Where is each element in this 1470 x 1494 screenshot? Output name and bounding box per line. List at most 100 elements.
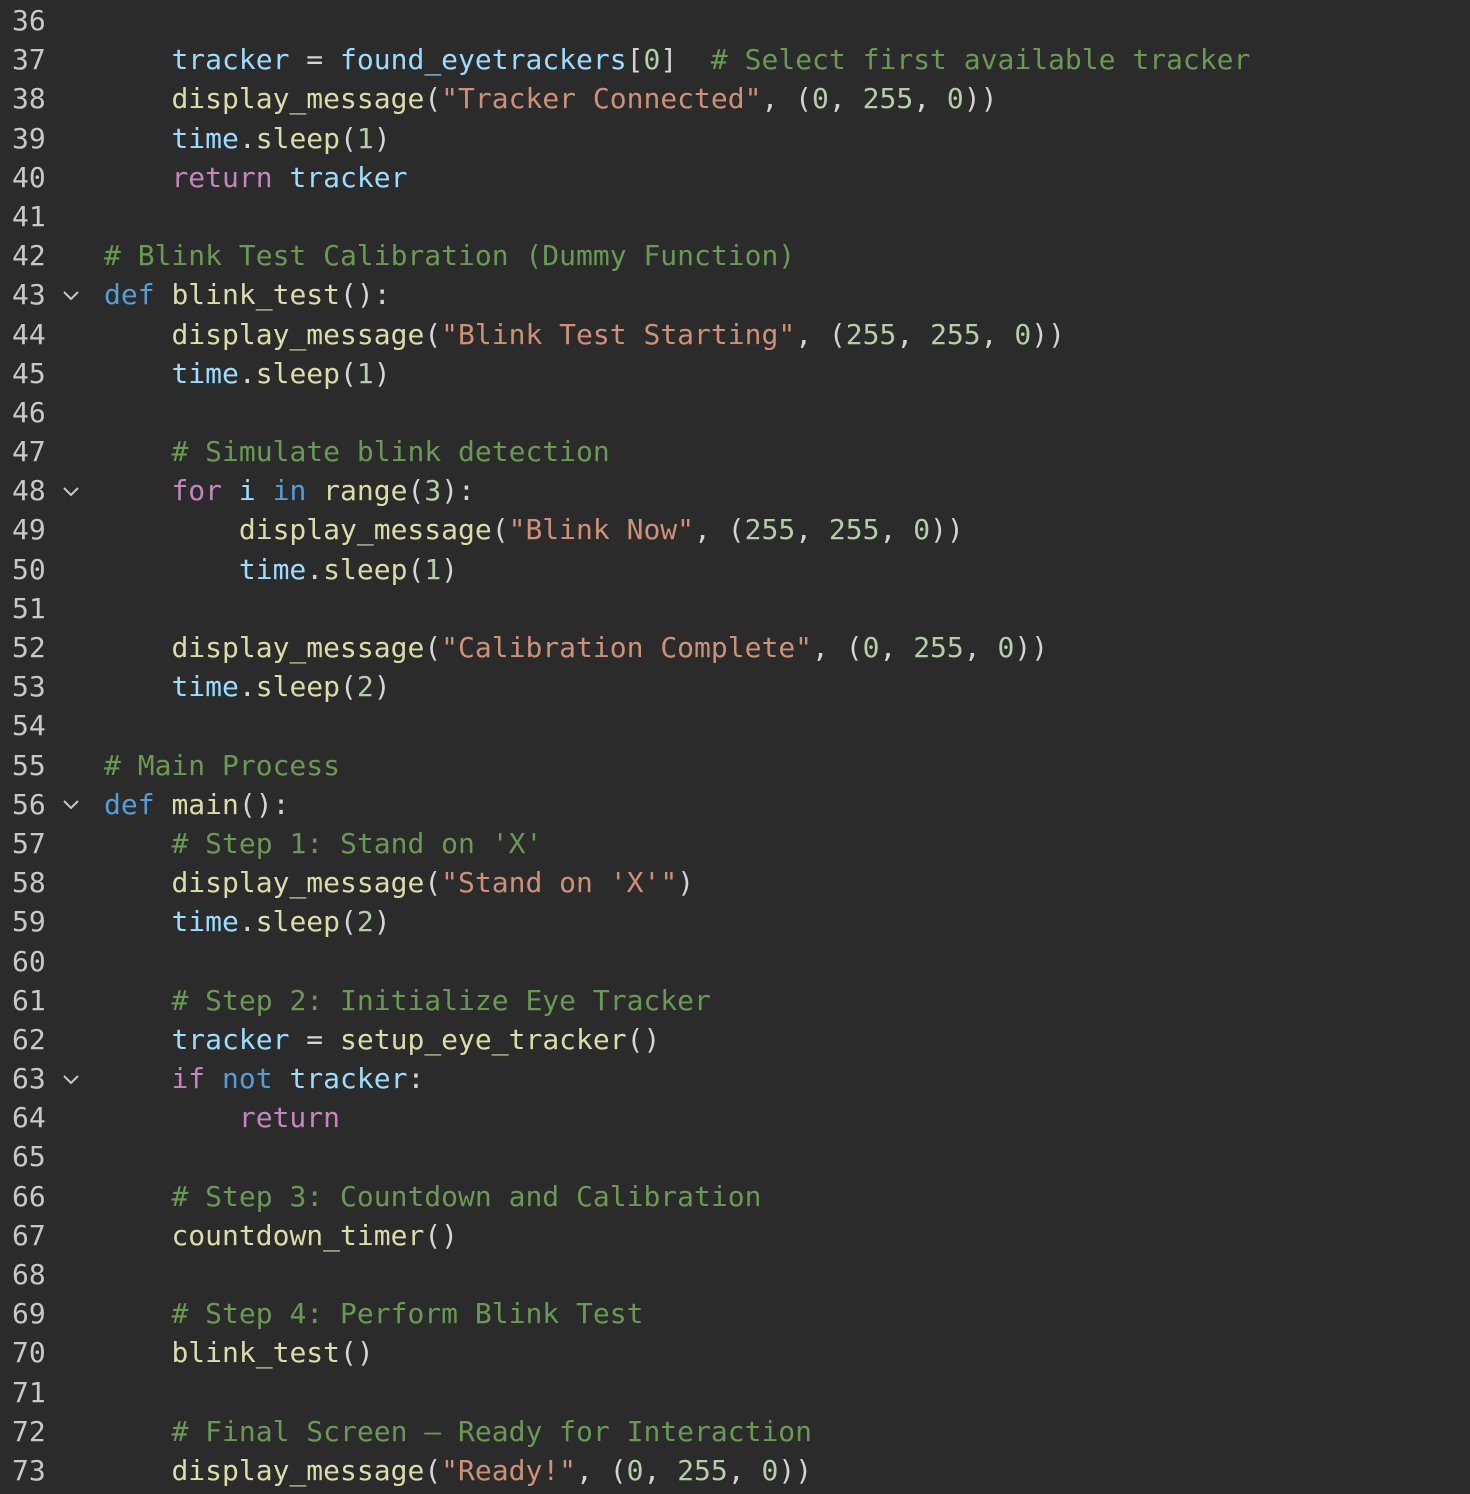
code-text: # Simulate blink detection	[104, 432, 609, 471]
code-line[interactable]: 66 # Step 3: Countdown and Calibration	[0, 1177, 1470, 1216]
code-line[interactable]: 44 display_message("Blink Test Starting"…	[0, 315, 1470, 354]
code-line[interactable]: 55 # Main Process	[0, 746, 1470, 785]
code-token: 0	[812, 82, 829, 116]
code-line[interactable]: 37 tracker = found_eyetrackers[0] # Sele…	[0, 40, 1470, 79]
code-token: "Blink Now"	[508, 513, 695, 547]
chevron-down-icon[interactable]	[60, 275, 82, 314]
code-line[interactable]: 65	[0, 1137, 1470, 1176]
code-line[interactable]: 72 # Final Screen – Ready for Interactio…	[0, 1412, 1470, 1451]
code-text: # Blink Test Calibration (Dummy Function…	[104, 236, 795, 275]
code-line[interactable]: 70 blink_test()	[0, 1333, 1470, 1372]
code-token: time	[171, 905, 239, 939]
code-token: found_eyetrackers	[340, 43, 627, 77]
line-number: 53	[12, 670, 46, 704]
line-number: 46	[12, 395, 46, 429]
code-token: tracker	[289, 1062, 408, 1096]
line-number: 59	[12, 905, 46, 939]
code-token: # Step 2: Initialize Eye Tracker	[171, 983, 711, 1017]
code-token: , (	[694, 513, 745, 547]
code-token: 0	[1014, 317, 1032, 351]
line-number: 45	[12, 356, 46, 390]
line-number: 68	[12, 1258, 46, 1291]
code-line[interactable]: 39 time.sleep(1)	[0, 119, 1470, 158]
code-line[interactable]: 64 return	[0, 1098, 1470, 1137]
line-number: 37	[12, 43, 46, 77]
line-number: 44	[12, 317, 46, 351]
code-editor[interactable]: 36 37 tracker = found_eyetrackers[0] # Se…	[0, 1, 1470, 1490]
code-token: 0	[626, 1453, 644, 1487]
code-line[interactable]: 71	[0, 1373, 1470, 1412]
code-token: 2	[356, 670, 374, 704]
code-line[interactable]: 42 # Blink Test Calibration (Dummy Functi…	[0, 236, 1470, 275]
code-token: ):	[441, 474, 475, 508]
code-line[interactable]: 68	[0, 1255, 1470, 1294]
code-token: )	[677, 866, 695, 900]
code-token: ))	[930, 513, 964, 547]
code-text: display_message("Stand on 'X'")	[104, 863, 694, 902]
code-line[interactable]: 49 display_message("Blink Now", (255, 25…	[0, 510, 1470, 549]
code-token: setup_eye_tracker	[340, 1022, 627, 1056]
code-text: # Step 1: Stand on 'X'	[104, 824, 542, 863]
code-line[interactable]: 40 return tracker	[0, 158, 1470, 197]
code-line[interactable]: 63 if not tracker:	[0, 1059, 1470, 1098]
code-line[interactable]: 45 time.sleep(1)	[0, 354, 1470, 393]
code-line[interactable]: 43 def blink_test():	[0, 275, 1470, 314]
code-line[interactable]: 60	[0, 942, 1470, 981]
code-token: (	[424, 866, 442, 900]
code-token: ()	[626, 1022, 661, 1056]
code-line[interactable]: 53 time.sleep(2)	[0, 667, 1470, 706]
code-line[interactable]: 58 display_message("Stand on 'X'")	[0, 863, 1470, 902]
code-line[interactable]: 57 # Step 1: Stand on 'X'	[0, 824, 1470, 863]
code-token: # Step 4: Perform Blink Test	[171, 1297, 644, 1331]
code-token: 0	[913, 513, 931, 547]
code-line[interactable]: 67 countdown_timer()	[0, 1216, 1470, 1255]
chevron-down-icon[interactable]	[60, 471, 82, 510]
code-line[interactable]: 52 display_message("Calibration Complete…	[0, 628, 1470, 667]
code-line[interactable]: 69 # Step 4: Perform Blink Test	[0, 1294, 1470, 1333]
code-token: tracker	[289, 160, 408, 194]
code-line[interactable]: 51	[0, 589, 1470, 628]
code-line[interactable]: 48 for i in range(3):	[0, 471, 1470, 510]
code-token: 0	[862, 631, 880, 664]
code-token: ()	[424, 1218, 459, 1252]
code-token: time	[171, 121, 239, 155]
code-line[interactable]: 47 # Simulate blink detection	[0, 432, 1470, 471]
code-text: time.sleep(1)	[104, 550, 458, 589]
code-line[interactable]: 38 display_message("Tracker Connected", …	[0, 79, 1470, 118]
code-line[interactable]: 46	[0, 393, 1470, 432]
code-token: ,	[828, 82, 863, 116]
code-line[interactable]: 54	[0, 706, 1470, 745]
code-token: (	[340, 356, 357, 390]
code-token: # Step 3: Countdown and Calibration	[171, 1179, 762, 1213]
chevron-down-icon[interactable]	[60, 1059, 82, 1098]
code-token: ()	[340, 1336, 374, 1370]
code-token: time	[238, 552, 307, 586]
code-line[interactable]: 41	[0, 197, 1470, 236]
code-token: 255	[677, 1453, 728, 1487]
line-number: 60	[12, 944, 46, 978]
code-token: )	[441, 552, 459, 586]
code-token: "Ready!"	[441, 1453, 577, 1487]
code-token: 255	[862, 82, 914, 116]
code-line[interactable]: 73 display_message("Ready!", (0, 255, 0)…	[0, 1451, 1470, 1490]
code-line[interactable]: 61 # Step 2: Initialize Eye Tracker	[0, 981, 1470, 1020]
code-token: (	[424, 631, 442, 664]
code-token: ,	[963, 631, 998, 664]
code-text: # Final Screen – Ready for Interaction	[104, 1412, 812, 1451]
code-line[interactable]: 62 tracker = setup_eye_tracker()	[0, 1020, 1470, 1059]
code-token: )	[373, 356, 391, 390]
code-line[interactable]: 50 time.sleep(1)	[0, 550, 1470, 589]
line-number: 65	[12, 1140, 46, 1174]
line-number: 64	[12, 1101, 46, 1135]
code-token: :	[407, 1062, 425, 1096]
chevron-down-icon[interactable]	[60, 785, 82, 824]
code-line[interactable]: 56 def main():	[0, 785, 1470, 824]
code-token: main	[171, 787, 239, 821]
code-token: "Blink Test Starting"	[441, 317, 796, 351]
code-line[interactable]: 36	[0, 1, 1470, 40]
code-line[interactable]: 59 time.sleep(2)	[0, 902, 1470, 941]
